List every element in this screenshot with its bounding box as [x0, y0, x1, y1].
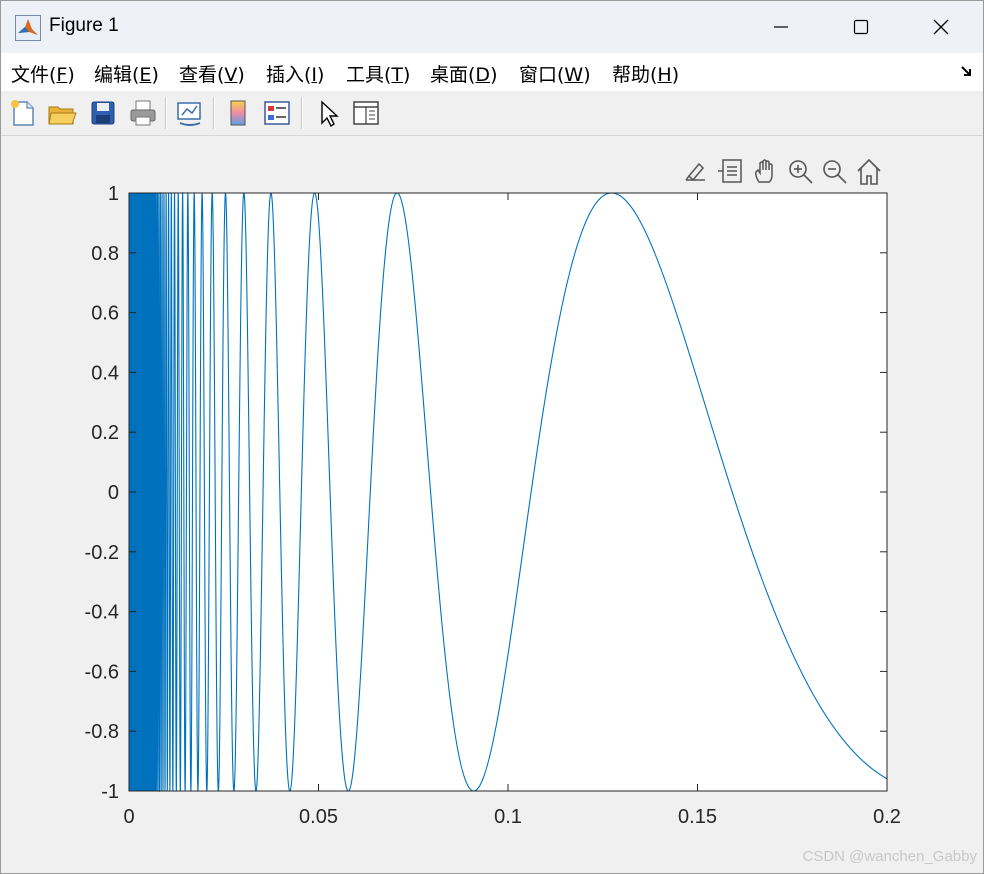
menu-file[interactable]: 文件(F)	[11, 60, 75, 87]
maximize-button[interactable]	[829, 1, 893, 53]
y-tick-label: -0.4	[85, 602, 119, 624]
new-figure-icon[interactable]	[7, 97, 39, 129]
plot-svg: 0 0.05 0.1 0.15 0.2 1 0.8 0.6 0.4 0.2 0 -0.2 -0.4 -0.…	[85, 158, 901, 828]
toolbar-separator	[301, 97, 303, 129]
edit-plot-arrow-icon[interactable]	[311, 97, 343, 129]
property-inspector-icon[interactable]	[350, 97, 382, 129]
menu-insert[interactable]: 插入(I)	[266, 60, 324, 87]
open-file-icon[interactable]	[46, 97, 78, 129]
y-tick-label: 0.8	[91, 243, 119, 265]
y-tick-label: 0.6	[91, 303, 119, 325]
zoom-out-icon[interactable]	[823, 160, 847, 184]
y-tick-label: -0.2	[85, 542, 119, 564]
data-tips-icon[interactable]	[718, 159, 742, 183]
toolbar-separator	[213, 97, 215, 129]
y-tick-label: -0.8	[85, 721, 119, 743]
watermark-text: CSDN @wanchen_Gabby	[802, 848, 977, 865]
figure-window: Figure 1 文件(F) 编辑(E) 查看(V) 插入(I) 工具(T) 桌…	[0, 0, 984, 874]
axes[interactable]: 0 0.05 0.1 0.15 0.2 1 0.8 0.6 0.4 0.2 0 -0.2 -0.4 -0.…	[85, 183, 901, 828]
legend-icon[interactable]	[261, 97, 293, 129]
menu-help[interactable]: 帮助(H)	[612, 60, 679, 87]
axes-toolbar	[685, 158, 881, 185]
x-tick-label: 0.05	[299, 806, 338, 828]
figure-toolbar	[1, 91, 983, 136]
menu-edit[interactable]: 编辑(E)	[94, 60, 159, 87]
y-tick-label: 0.2	[91, 422, 119, 444]
dock-arrow-icon[interactable]	[959, 63, 975, 79]
title-bar[interactable]: Figure 1	[1, 1, 983, 53]
menu-bar: 文件(F) 编辑(E) 查看(V) 插入(I) 工具(T) 桌面(D) 窗口(W…	[1, 53, 983, 91]
maximize-icon	[853, 19, 869, 35]
link-plot-icon[interactable]	[174, 97, 206, 129]
y-tick-label: 0	[108, 482, 119, 504]
pan-hand-icon[interactable]	[755, 159, 773, 183]
brush-icon[interactable]	[685, 162, 705, 182]
menu-view[interactable]: 查看(V)	[179, 60, 245, 87]
window-title: Figure 1	[49, 15, 119, 36]
x-tick-label: 0.1	[494, 806, 522, 828]
y-tick-label: 0.4	[91, 362, 119, 384]
matlab-logo-icon	[15, 15, 41, 41]
print-icon[interactable]	[127, 97, 159, 129]
x-tick-label: 0.15	[678, 806, 717, 828]
figure-canvas: 0 0.05 0.1 0.15 0.2 1 0.8 0.6 0.4 0.2 0 -0.2 -0.4 -0.…	[3, 136, 983, 873]
zoom-in-icon[interactable]	[789, 160, 813, 184]
close-button[interactable]	[909, 1, 973, 53]
save-icon[interactable]	[87, 97, 119, 129]
x-tick-label: 0.2	[873, 806, 901, 828]
home-icon[interactable]	[857, 158, 881, 185]
colorbar-icon[interactable]	[222, 97, 254, 129]
y-tick-label: -0.6	[85, 661, 119, 683]
minimize-button[interactable]	[749, 1, 813, 53]
y-tick-label: -1	[101, 781, 119, 803]
plot-area	[129, 193, 887, 791]
menu-tools[interactable]: 工具(T)	[346, 60, 410, 87]
toolbar-separator	[165, 97, 167, 129]
minimize-icon	[774, 26, 788, 28]
menu-window[interactable]: 窗口(W)	[519, 60, 591, 87]
menu-desktop[interactable]: 桌面(D)	[430, 60, 497, 87]
close-icon	[933, 19, 949, 35]
y-tick-label: 1	[108, 183, 119, 205]
x-tick-label: 0	[123, 806, 134, 828]
